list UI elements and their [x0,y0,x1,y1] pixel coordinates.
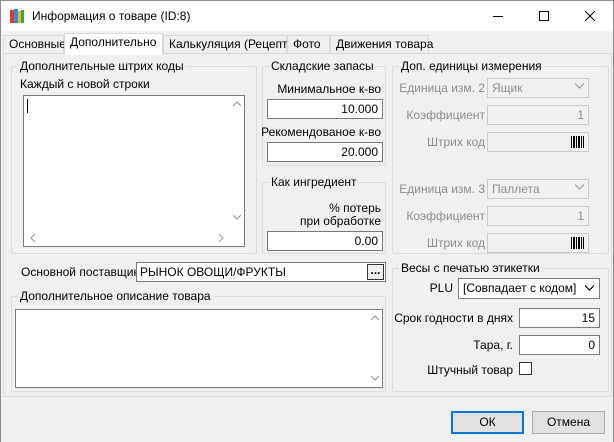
supplier-value: РЫНОК ОВОЩИ/ФРУКТЫ [140,265,286,279]
scroll-right-icon[interactable] [218,234,224,242]
dialog-footer: ОК Отмена [1,398,613,442]
units-group: Доп. единицы измерения Единица изм. 2 Ящ… [392,59,609,254]
loss-label-line2: при обработке [300,214,381,228]
tab-additional[interactable]: Дополнительно [64,33,163,55]
plu-label: PLU [429,281,453,295]
chevron-down-icon [585,285,594,291]
ok-button[interactable]: ОК [451,411,524,434]
ingredient-group-label: Как ингредиент [269,175,359,189]
ingredient-group: Как ингредиент % потерь при обработке 0.… [262,175,386,254]
unit2-label: Единица изм. 2 [399,81,485,95]
maximize-button[interactable] [521,1,567,31]
scales-group: Весы с печатью этикетки PLU [Совпадает с… [392,261,609,392]
tab-movements[interactable]: Движения товара [330,35,433,54]
barcodes-group-label: Дополнительные штрих коды [18,59,186,73]
supplier-browse-button[interactable]: ... [367,264,384,280]
barcode-icon[interactable] [571,136,584,148]
tare-input[interactable]: 0 [519,335,600,355]
barcodes-textarea[interactable] [23,95,245,247]
units-group-label: Доп. единицы измерения [399,59,544,73]
coef2-label: Коэффициент [406,108,485,122]
unit3-value: Паллета [492,182,540,196]
close-button[interactable] [567,1,613,31]
rec-qty-input[interactable]: 20.000 [267,142,383,162]
window-title: Информация о товаре (ID:8) [32,9,191,23]
barcode2-input[interactable] [487,132,589,152]
unit3-select[interactable]: Паллета [487,179,589,199]
supplier-input[interactable]: РЫНОК ОВОЩИ/ФРУКТЫ ... [136,262,386,282]
unit2-select[interactable]: Ящик [487,78,589,98]
chevron-down-icon [575,83,584,89]
barcode2-label: Штрих код [426,135,485,149]
chevron-down-icon [575,184,584,190]
piece-item-checkbox[interactable] [519,362,532,375]
loss-label-line1: % потерь [329,201,381,215]
close-icon [585,11,595,21]
unit3-label: Единица изм. 3 [399,182,485,196]
min-qty-label: Минимальное к-во [277,82,381,96]
min-qty-input[interactable]: 10.000 [267,99,383,119]
description-textarea[interactable] [15,309,383,388]
coef3-label: Коэффициент [406,209,485,223]
scales-group-label: Весы с печатью этикетки [399,261,542,275]
piece-item-label: Штучный товар [427,363,513,377]
barcode3-input[interactable] [487,233,589,253]
minimize-icon [493,16,503,17]
text-caret [27,99,28,113]
rec-qty-label: Рекомендованое к-во [261,125,381,139]
books-app-icon [10,9,24,23]
barcodes-hint: Каждый с новой строки [20,77,150,91]
maximize-icon [539,11,549,21]
scroll-down-icon[interactable] [371,375,379,381]
stock-group: Складские запасы Минимальное к-во 10.000… [261,59,386,166]
tab-photo[interactable]: Фото [287,35,330,54]
plu-value: [Совпадает с кодом] [463,281,577,295]
minimize-button[interactable] [475,1,521,31]
scroll-left-icon[interactable] [30,234,36,242]
product-info-dialog: Информация о товаре (ID:8) Основные Допо… [0,0,614,442]
coef3-input[interactable]: 1 [487,206,589,226]
tab-panel: Дополнительные штрих коды Каждый с новой… [3,53,612,397]
supplier-label: Основной поставщик [21,265,139,279]
scroll-down-icon[interactable] [233,214,241,220]
barcode3-label: Штрих код [426,236,485,250]
loss-percent-input[interactable]: 0.00 [267,231,383,251]
shelf-life-input[interactable]: 15 [519,308,600,328]
unit2-value: Ящик [492,81,523,95]
shelf-life-label: Срок годности в днях [394,311,513,325]
barcodes-group: Дополнительные штрих коды Каждый с новой… [11,59,257,254]
title-bar[interactable]: Информация о товаре (ID:8) [1,1,613,31]
tab-calculation[interactable]: Калькуляция (Рецепт) [163,35,292,54]
plu-select[interactable]: [Совпадает с кодом] [458,278,600,299]
tab-main[interactable]: Основные [3,35,66,54]
scroll-up-icon[interactable] [371,315,379,321]
tare-label: Тара, г. [473,338,513,352]
description-group: Дополнительное описание товара [11,289,386,392]
cancel-button[interactable]: Отмена [532,411,605,434]
scroll-up-icon[interactable] [233,101,241,107]
stock-group-label: Складские запасы [269,59,376,73]
barcode-icon[interactable] [571,237,584,249]
description-group-label: Дополнительное описание товара [18,289,213,303]
coef2-input[interactable]: 1 [487,105,589,125]
